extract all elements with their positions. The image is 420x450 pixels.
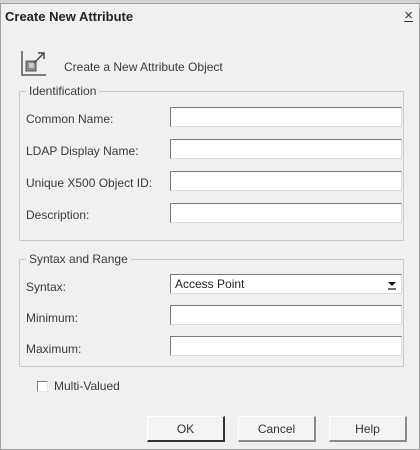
syntax-label: Syntax: [26, 280, 67, 294]
dialog-title: Create New Attribute [5, 9, 134, 24]
description-label: Description: [26, 208, 90, 222]
multi-valued-label[interactable]: Multi-Valued [54, 379, 120, 393]
unique-x500-oid-label: Unique X500 Object ID: [26, 176, 153, 190]
syntax-select[interactable]: Access Point [170, 274, 402, 294]
chevron-down-icon[interactable] [385, 276, 399, 292]
cancel-button[interactable]: Cancel [238, 416, 316, 442]
create-attribute-dialog: Create New Attribute × Create a New Attr… [0, 3, 420, 450]
common-name-label: Common Name: [26, 112, 114, 126]
minimum-label: Minimum: [26, 311, 79, 325]
minimum-input[interactable] [170, 305, 402, 325]
unique-x500-oid-input[interactable] [170, 171, 402, 191]
syntax-selected-value: Access Point [175, 277, 245, 291]
ok-button[interactable]: OK [147, 416, 225, 442]
title-bar: Create New Attribute × [1, 4, 419, 28]
maximum-label: Maximum: [26, 342, 82, 356]
dialog-header-text: Create a New Attribute Object [64, 60, 223, 74]
ldap-display-name-label: LDAP Display Name: [26, 144, 139, 158]
multi-valued-checkbox[interactable] [37, 381, 48, 392]
attribute-object-icon [21, 51, 46, 76]
syntax-range-group-label: Syntax and Range [26, 252, 131, 266]
close-icon[interactable]: × [404, 7, 413, 24]
ldap-display-name-input[interactable] [170, 139, 402, 159]
maximum-input[interactable] [170, 336, 402, 356]
description-input[interactable] [170, 203, 402, 223]
identification-group-label: Identification [26, 84, 100, 98]
help-button[interactable]: Help [329, 416, 407, 442]
common-name-input[interactable] [170, 107, 402, 127]
